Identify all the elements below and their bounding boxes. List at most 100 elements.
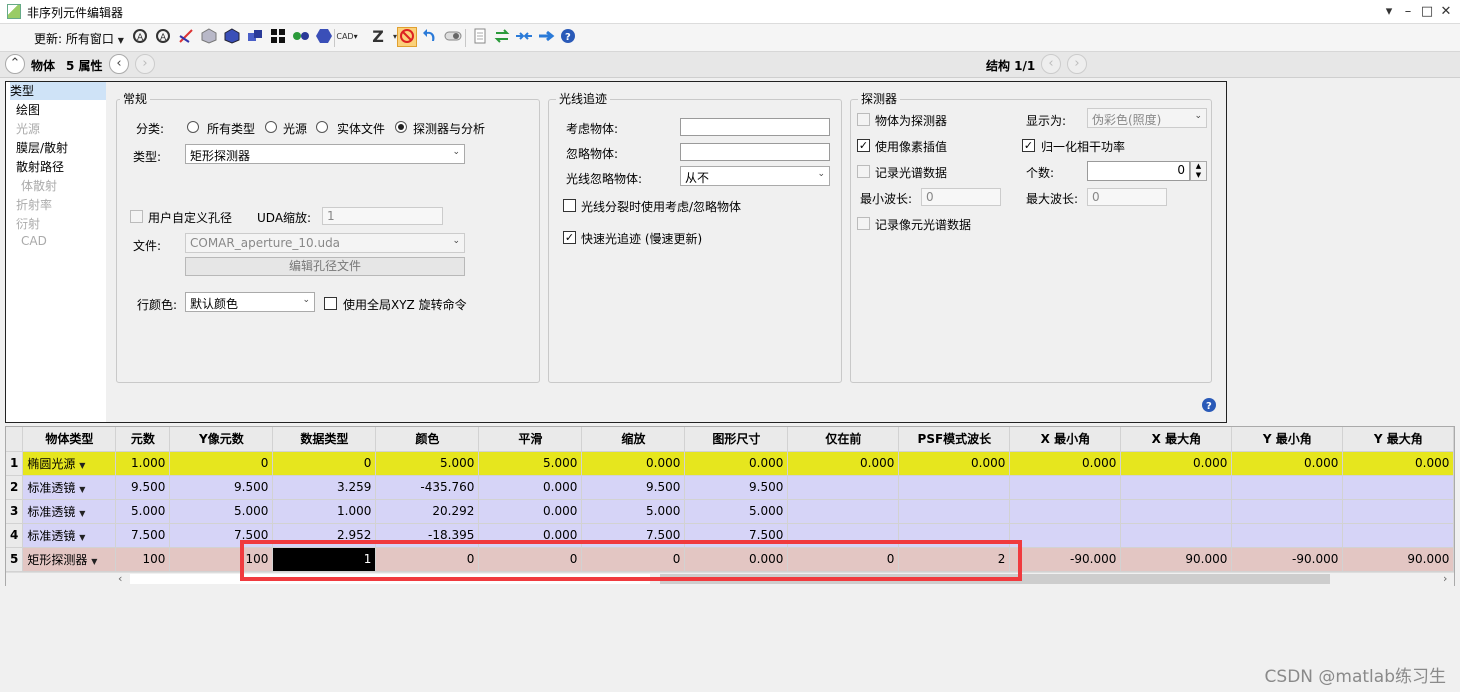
table-cell[interactable]: 0 [169,451,274,476]
object-type-cell[interactable]: 矩形探测器 ▼ [22,547,117,572]
table-cell[interactable]: 5.000 [581,499,686,524]
cube-blue-icon[interactable] [222,27,242,47]
table-cell[interactable]: -435.760 [375,475,480,500]
table-row[interactable]: 3 标准透镜 ▼ 5.000 5.000 1.000 20.292 0.000 … [6,499,1455,524]
table-cell[interactable]: 0.000 [1009,451,1122,476]
table-cell[interactable]: 5.000 [115,499,171,524]
object-type-cell[interactable]: 椭圆光源 ▼ [22,451,117,476]
sidebar-item-index[interactable]: 折射率 [16,196,112,214]
table-cell[interactable] [1120,475,1233,500]
sidebar-item-type[interactable]: 类型 [10,82,106,100]
structure-next-icon[interactable]: › [1067,54,1087,74]
table-cell[interactable] [898,475,1011,500]
count-input[interactable]: 0 [1087,161,1190,181]
cubes-icon[interactable] [245,27,265,47]
column-header[interactable]: 平滑 [478,427,583,452]
refresh-icon[interactable]: A [153,27,173,47]
ray-ignore-select[interactable]: 从不 ⌄ [680,166,830,186]
table-cell[interactable]: 0.000 [478,475,583,500]
arrows-icon[interactable] [514,27,534,47]
table-cell[interactable]: 0.000 [684,451,789,476]
chevron-down-icon[interactable]: ▼ [79,533,85,542]
collapse-up-icon[interactable]: ⌃ [5,54,25,74]
sidebar-item-volume-scatter[interactable]: 体散射 [21,177,117,195]
edit-aperture-button[interactable]: 编辑孔径文件 [185,257,465,276]
update-dropdown[interactable]: 更新: 所有窗口 ▼ [34,30,124,47]
column-header[interactable]: Y像元数 [169,427,274,452]
table-cell[interactable]: 20.292 [375,499,480,524]
min-wavelength-input[interactable]: 0 [921,188,1001,206]
column-header[interactable]: X 最小角 [1009,427,1122,452]
object-type-cell[interactable]: 标准透镜 ▼ [22,499,117,524]
stop-icon[interactable] [397,27,417,47]
column-header[interactable]: Y 最大角 [1342,427,1455,452]
table-cell[interactable]: 0.000 [581,451,686,476]
table-cell[interactable] [1009,523,1122,548]
pixel-interp-checkbox[interactable]: ✓ [857,139,870,152]
table-cell[interactable]: 5.000 [478,451,583,476]
sidebar-item-draw[interactable]: 绘图 [16,101,112,119]
object-type-cell[interactable]: 标准透镜 ▼ [22,475,117,500]
table-cell[interactable] [787,499,900,524]
scroll-right-icon[interactable]: › [1443,572,1447,585]
radio-solid-file[interactable] [316,121,328,133]
file-select[interactable]: COMAR_aperture_10.uda ⌄ [185,233,465,253]
table-cell[interactable]: 9.500 [684,475,789,500]
help-icon[interactable]: ? [558,27,578,47]
arrow-right-icon[interactable] [536,27,556,47]
table-row[interactable]: 2 标准透镜 ▼ 9.500 9.500 3.259 -435.760 0.00… [6,475,1455,500]
swap-icon[interactable] [492,27,512,47]
previous-arrow-icon[interactable]: ‹ [109,54,129,74]
table-cell[interactable]: 0.000 [1342,451,1455,476]
table-cell[interactable]: 1.000 [272,499,377,524]
chevron-down-icon[interactable]: ▼ [91,557,97,566]
chevron-down-icon[interactable]: ▼ [79,461,85,470]
table-cell[interactable] [1342,499,1455,524]
table-cell[interactable] [1231,475,1344,500]
sidebar-item-scatter-path[interactable]: 散射路径 [16,158,112,176]
cube-grey-icon[interactable] [199,27,219,47]
scroll-left-icon[interactable]: ‹ [118,572,122,585]
row-number[interactable]: 5 [6,547,24,572]
column-header[interactable]: Y 最小角 [1231,427,1344,452]
chevron-down-icon[interactable]: ▼ [79,509,85,518]
fast-trace-checkbox[interactable]: ✓ [563,231,576,244]
table-cell[interactable]: 0.000 [787,451,900,476]
column-header[interactable]: 数据类型 [272,427,377,452]
count-spinner-icon[interactable]: ▲ ▼ [1190,161,1207,181]
table-cell[interactable]: 100 [115,547,171,572]
column-header[interactable]: 颜色 [375,427,480,452]
uda-scale-input[interactable]: 1 [322,207,443,225]
table-cell[interactable]: -90.000 [1231,547,1344,572]
table-cell[interactable]: 9.500 [169,475,274,500]
table-cell[interactable]: 90.000 [1342,547,1455,572]
table-cell[interactable] [1120,499,1233,524]
radio-all-types[interactable] [187,121,199,133]
help-icon[interactable]: ? [1201,397,1217,416]
table-cell[interactable]: 90.000 [1120,547,1233,572]
global-xyz-checkbox[interactable] [324,297,337,310]
grid-icon[interactable] [268,27,288,47]
table-cell[interactable]: 3.259 [272,475,377,500]
table-cell[interactable] [1342,475,1455,500]
split-checkbox[interactable] [563,199,576,212]
next-arrow-icon[interactable]: › [135,54,155,74]
column-header[interactable]: 缩放 [581,427,686,452]
row-number[interactable]: 1 [6,451,24,476]
table-cell[interactable]: 9.500 [581,475,686,500]
table-cell[interactable] [1342,523,1455,548]
table-cell[interactable]: 5.000 [684,499,789,524]
table-cell[interactable] [787,475,900,500]
row-number[interactable]: 4 [6,523,24,548]
column-header[interactable] [6,427,24,452]
table-cell[interactable] [1231,499,1344,524]
table-cell[interactable]: 0.000 [898,451,1011,476]
sidebar-item-diffraction[interactable]: 衍射 [16,215,112,233]
record-spectrum-checkbox[interactable] [857,165,870,178]
table-cell[interactable]: 0.000 [1231,451,1344,476]
radio-source[interactable] [265,121,277,133]
refresh-all-icon[interactable]: A [130,27,150,47]
radio-detector-analysis[interactable] [395,121,407,133]
column-header[interactable]: PSF模式波长 [898,427,1011,452]
close-button[interactable]: ✕ [1437,3,1455,21]
